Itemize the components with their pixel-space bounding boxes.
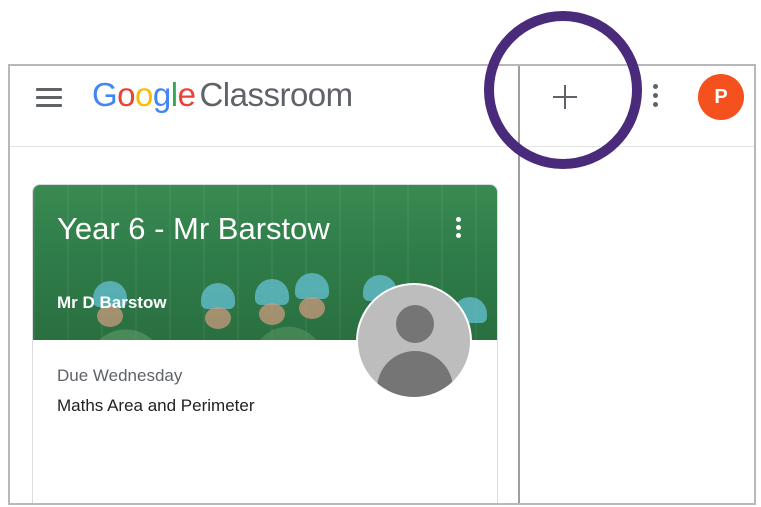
dot (456, 233, 461, 238)
highlighted-right-panel (518, 66, 754, 503)
classroom-window: Google Classroom P Year 6 - Mr Barstow M… (8, 64, 756, 505)
class-card-more-vert-icon[interactable] (451, 215, 465, 243)
default-person-icon (396, 305, 434, 343)
dot (653, 84, 658, 89)
class-teacher-name: Mr D Barstow (57, 293, 167, 312)
class-card[interactable]: Year 6 - Mr Barstow Mr D Barstow Due Wed… (32, 184, 498, 503)
photo-detail (201, 283, 235, 309)
create-join-class-plus-icon[interactable] (546, 78, 586, 118)
logo-letter: G (92, 76, 118, 113)
menu-line (36, 96, 62, 99)
google-apps-more-vert-icon[interactable] (648, 82, 662, 112)
dot (456, 217, 461, 222)
photo-detail (205, 307, 231, 329)
google-classroom-logo[interactable]: Google Classroom (92, 76, 353, 114)
screenshot-stage: Google Classroom P Year 6 - Mr Barstow M… (0, 0, 761, 507)
dot (653, 102, 658, 107)
photo-detail (295, 273, 329, 299)
photo-detail (255, 279, 289, 305)
logo-letter: o (135, 76, 153, 113)
logo-letter: l (170, 76, 178, 113)
due-date-label: Due Wednesday (57, 366, 183, 385)
product-name: Classroom (199, 76, 353, 113)
photo-detail (259, 303, 285, 325)
photo-detail (299, 297, 325, 319)
dot (653, 93, 658, 98)
menu-line (36, 104, 62, 107)
default-person-icon-body (377, 351, 453, 397)
class-title[interactable]: Year 6 - Mr Barstow (57, 211, 330, 247)
dot (456, 225, 461, 230)
logo-letter: o (117, 76, 136, 113)
hamburger-menu-icon[interactable] (36, 86, 64, 108)
logo-letter: e (177, 76, 196, 113)
teacher-profile-photo (356, 283, 472, 399)
account-avatar[interactable]: P (698, 74, 744, 120)
menu-line (36, 88, 62, 91)
logo-letter: g (152, 76, 171, 113)
assignment-link[interactable]: Maths Area and Perimeter (57, 396, 254, 416)
